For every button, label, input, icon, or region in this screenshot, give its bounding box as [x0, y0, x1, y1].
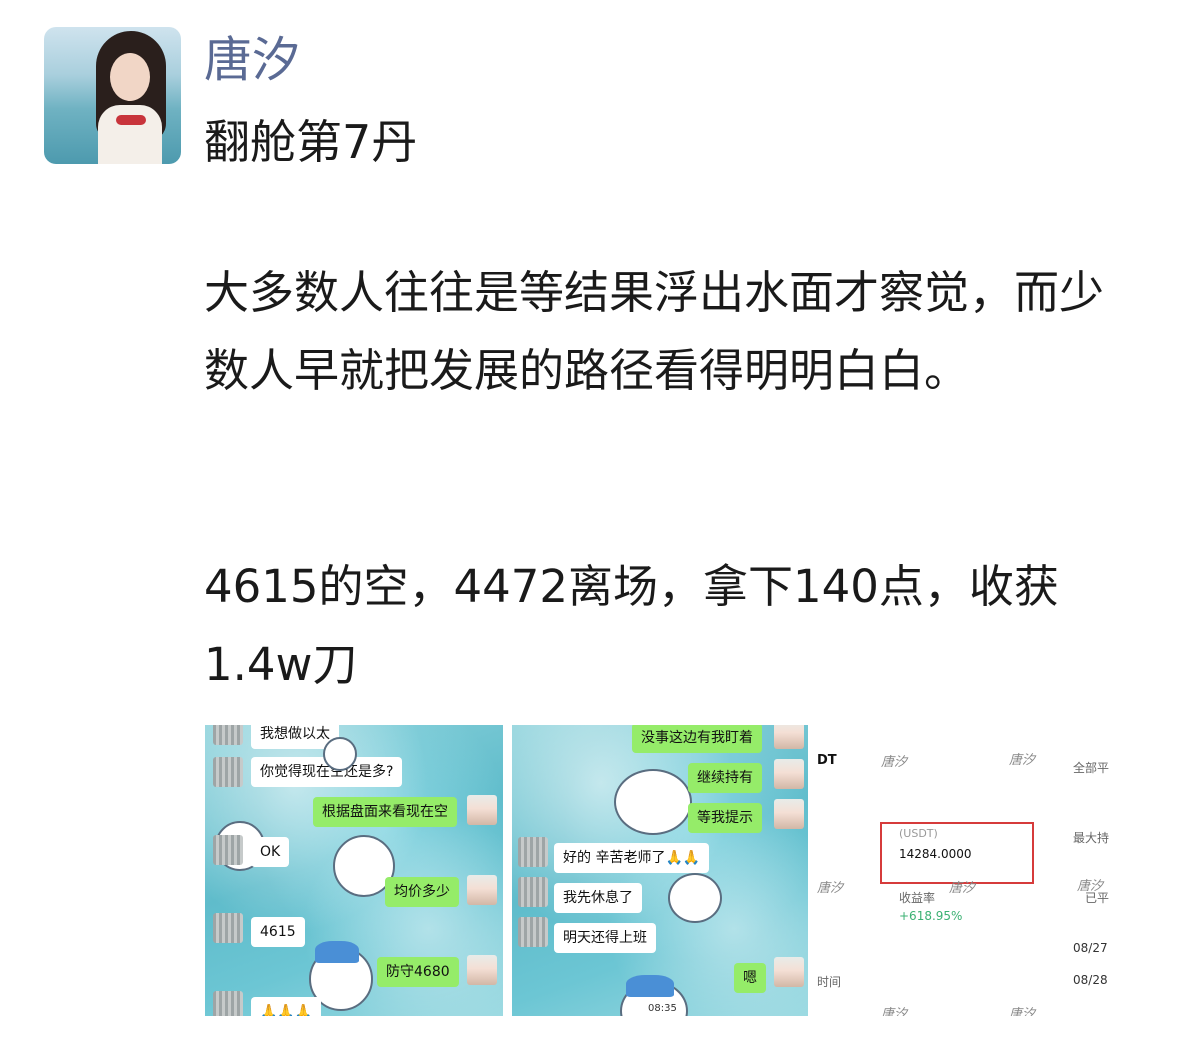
right-label-closed: 已平 [1085, 891, 1110, 905]
usagi-sticker [668, 873, 722, 923]
avatar-strap [116, 115, 146, 125]
chat-message-left: OK [251, 837, 290, 867]
contact-avatar [213, 835, 243, 865]
avatar-body [98, 105, 162, 164]
chat-screenshot-2[interactable]: 没事这边有我盯着 继续持有 等我提示 好的 辛苦老师了🙏🙏 我先休息了 明天还得… [512, 725, 808, 1016]
contact-avatar [518, 877, 548, 907]
watermark-signature: 唐汐 [1009, 1007, 1036, 1016]
hachiware-cap [315, 941, 359, 963]
partial-header: DT [817, 753, 837, 768]
teacher-avatar [774, 725, 804, 749]
teacher-avatar [774, 957, 804, 987]
chiikawa-sticker [614, 769, 692, 835]
chat-message-left: 明天还得上班 [554, 923, 656, 953]
chat-message-left: 4615 [251, 917, 305, 947]
chat-message-right: 没事这边有我盯着 [632, 725, 762, 753]
contact-avatar [213, 913, 243, 943]
chat-message-right: 嗯 [734, 963, 766, 993]
teacher-avatar [467, 875, 497, 905]
author-avatar[interactable] [44, 27, 181, 164]
chat-message-right: 等我提示 [688, 803, 762, 833]
chat-message-left: 我先休息了 [554, 883, 642, 913]
contact-avatar [213, 757, 243, 787]
chat-message-right: 均价多少 [385, 877, 459, 907]
contact-avatar [213, 991, 243, 1016]
avatar-face [110, 53, 150, 101]
hachiware-cap [626, 975, 674, 997]
watermark-signature: 唐汐 [817, 881, 844, 896]
yield-value: +618.95% [899, 909, 963, 923]
teacher-avatar [774, 759, 804, 789]
teacher-avatar [467, 795, 497, 825]
post-paragraph-2: 4615的空，4472离场，拿下140点，收获1.4w刀 [204, 560, 1059, 691]
watermark-signature: 唐汐 [949, 881, 976, 896]
profit-amount: 14284.0000 [899, 847, 972, 861]
chat-message-left: 🙏🙏🙏 [251, 997, 322, 1016]
video-timestamp: 08:35 [648, 1003, 677, 1014]
watermark-signature: 唐汐 [881, 755, 908, 770]
amount-unit-label: (USDT) [899, 827, 938, 840]
chat-message-right: 继续持有 [688, 763, 762, 793]
contact-avatar [213, 725, 243, 745]
contact-avatar [518, 917, 548, 947]
chat-screenshot-1[interactable]: 我想做以太 你觉得现在空还是多? 根据盘面来看现在空 OK 均价多少 4615 … [205, 725, 503, 1016]
watermark-signature: 唐汐 [881, 1007, 908, 1016]
teacher-avatar [774, 799, 804, 829]
teacher-avatar [467, 955, 497, 985]
yield-label: 收益率 [899, 891, 936, 905]
date-0827: 08/27 [1073, 941, 1108, 955]
right-label-max-position: 最大持 [1073, 831, 1110, 845]
chat-message-right: 防守4680 [377, 957, 459, 987]
post-paragraph-1: 大多数人往往是等结果浮出水面才察觉，而少数人早就把发展的路径看得明明白白。 [204, 266, 1105, 397]
author-name[interactable]: 唐汐 [204, 30, 300, 90]
watermark-signature: 唐汐 [1009, 753, 1036, 768]
chiikawa-sticker [323, 737, 357, 771]
chat-message-left: 好的 辛苦老师了🙏🙏 [554, 843, 710, 873]
right-label-all-close: 全部平 [1073, 761, 1110, 775]
time-label: 时间 [817, 975, 842, 989]
account-screenshot[interactable]: DT 唐汐 唐汐 全部平 最大持 (USDT) 14284.0000 唐汐 唐汐… [817, 725, 1113, 1016]
post-title: 翻舱第7丹 [204, 115, 418, 169]
contact-avatar [518, 837, 548, 867]
date-0828: 08/28 [1073, 973, 1108, 987]
chat-message-right: 根据盘面来看现在空 [313, 797, 457, 827]
